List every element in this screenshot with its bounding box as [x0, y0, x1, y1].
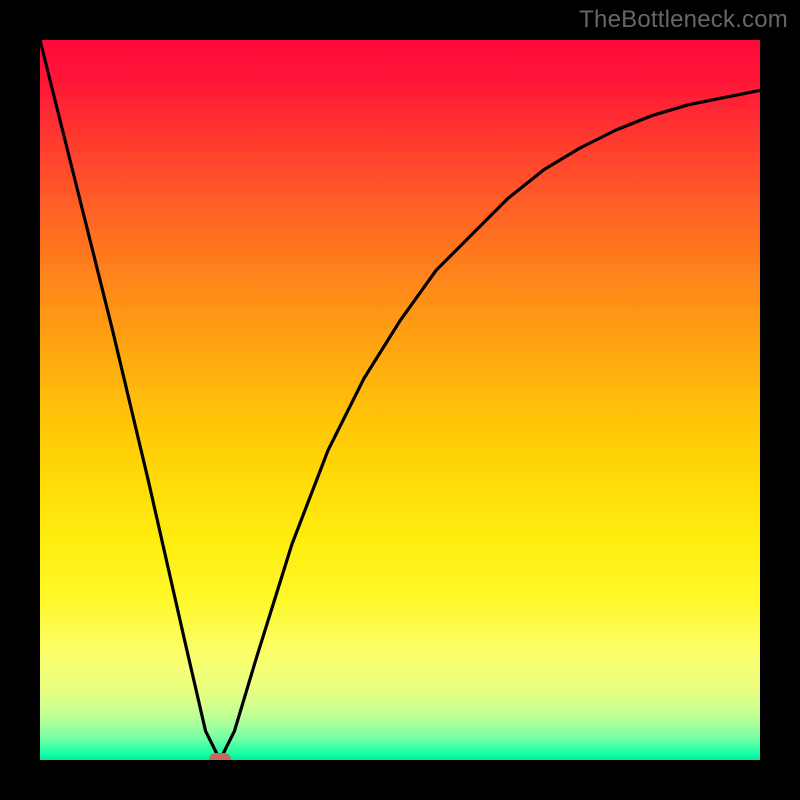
bottleneck-curve	[40, 40, 760, 760]
chart-frame: TheBottleneck.com	[0, 0, 800, 800]
curve-layer	[40, 40, 760, 760]
optimum-marker	[209, 753, 231, 760]
plot-area	[40, 40, 760, 760]
watermark-text: TheBottleneck.com	[579, 6, 788, 34]
